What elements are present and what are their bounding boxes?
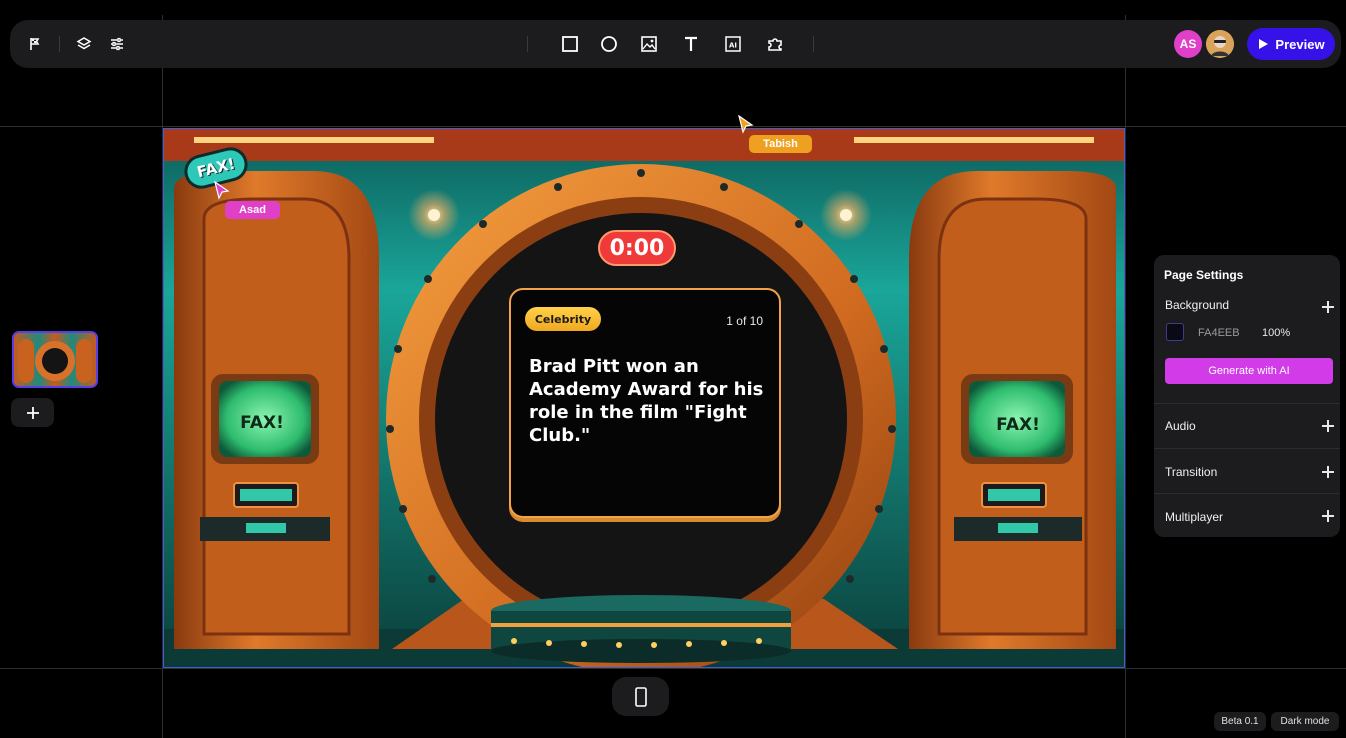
background-opacity-value[interactable]: 100% [1262, 327, 1290, 339]
puzzle-icon[interactable] [763, 32, 787, 56]
svg-text:AI: AI [729, 42, 737, 50]
avatar-photo[interactable] [1206, 30, 1234, 58]
background-hex-value[interactable]: FA4EEB [1198, 327, 1240, 339]
guide-line-right [1125, 15, 1126, 738]
collaborator-label-tabish: Tabish [749, 135, 812, 153]
mobile-device-icon [634, 686, 647, 707]
question-card[interactable]: Celebrity 1 of 10 Brad Pitt won an Acade… [509, 288, 781, 518]
add-transition-button[interactable] [1322, 466, 1334, 478]
preview-label: Preview [1275, 36, 1325, 52]
transition-label: Transition [1165, 465, 1218, 479]
circle-icon[interactable] [597, 32, 621, 56]
avatar[interactable]: AS [1174, 30, 1202, 58]
page-thumbnail[interactable] [12, 331, 98, 388]
category-badge: Celebrity [525, 307, 601, 331]
game-canvas[interactable]: FAX! FAX! FAX! 0:00 Celebrity 1 of 10 Br… [163, 128, 1125, 668]
question-counter: 1 of 10 [726, 314, 763, 328]
background-color-swatch[interactable] [1166, 323, 1184, 341]
guide-line-bottom [0, 668, 1346, 669]
image-icon[interactable] [637, 32, 661, 56]
collaborator-label-asad: Asad [225, 201, 280, 219]
background-label: Background [1165, 298, 1230, 312]
preview-button[interactable]: Preview [1247, 28, 1335, 60]
guide-line-top [0, 126, 1346, 127]
device-preview-toggle[interactable] [612, 677, 669, 716]
sliders-icon[interactable] [105, 32, 129, 56]
fax-logo-text: FAX! [195, 154, 237, 182]
divider [1154, 403, 1340, 404]
add-multiplayer-button[interactable] [1322, 510, 1334, 522]
text-icon[interactable] [679, 32, 703, 56]
add-background-button[interactable] [1322, 301, 1334, 313]
timer: 0:00 [598, 230, 676, 266]
panel-title: Page Settings [1164, 268, 1244, 282]
toolbar-divider [527, 36, 528, 52]
add-page-button[interactable] [11, 398, 54, 427]
add-audio-button[interactable] [1322, 420, 1334, 432]
cursor-asad-icon [214, 181, 230, 200]
flag-icon[interactable] [24, 32, 48, 56]
play-icon [1259, 39, 1269, 49]
generate-with-ai-button[interactable]: Generate with AI [1165, 358, 1333, 384]
page-settings-panel: Page Settings Background FA4EEB 100% Gen… [1154, 255, 1340, 537]
cursor-tabish-icon [738, 115, 754, 134]
question-text: Brad Pitt won an Academy Award for his r… [529, 356, 764, 446]
booth-screen-left-text: FAX! [240, 413, 284, 433]
divider [1154, 493, 1340, 494]
toolbar-divider [813, 36, 814, 52]
ai-icon[interactable]: AI [721, 32, 745, 56]
multiplayer-label: Multiplayer [1165, 510, 1224, 524]
toolbar-divider [59, 36, 60, 52]
layers-icon[interactable] [72, 32, 96, 56]
booth-screen-right-text: FAX! [996, 415, 1040, 435]
divider [1154, 448, 1340, 449]
beta-badge: Beta 0.1 [1214, 712, 1266, 731]
top-toolbar: AI AS Preview [10, 20, 1341, 68]
audio-label: Audio [1165, 419, 1196, 433]
dark-mode-toggle[interactable]: Dark mode [1271, 712, 1339, 731]
rectangle-icon[interactable] [558, 32, 582, 56]
plus-icon [26, 406, 39, 419]
